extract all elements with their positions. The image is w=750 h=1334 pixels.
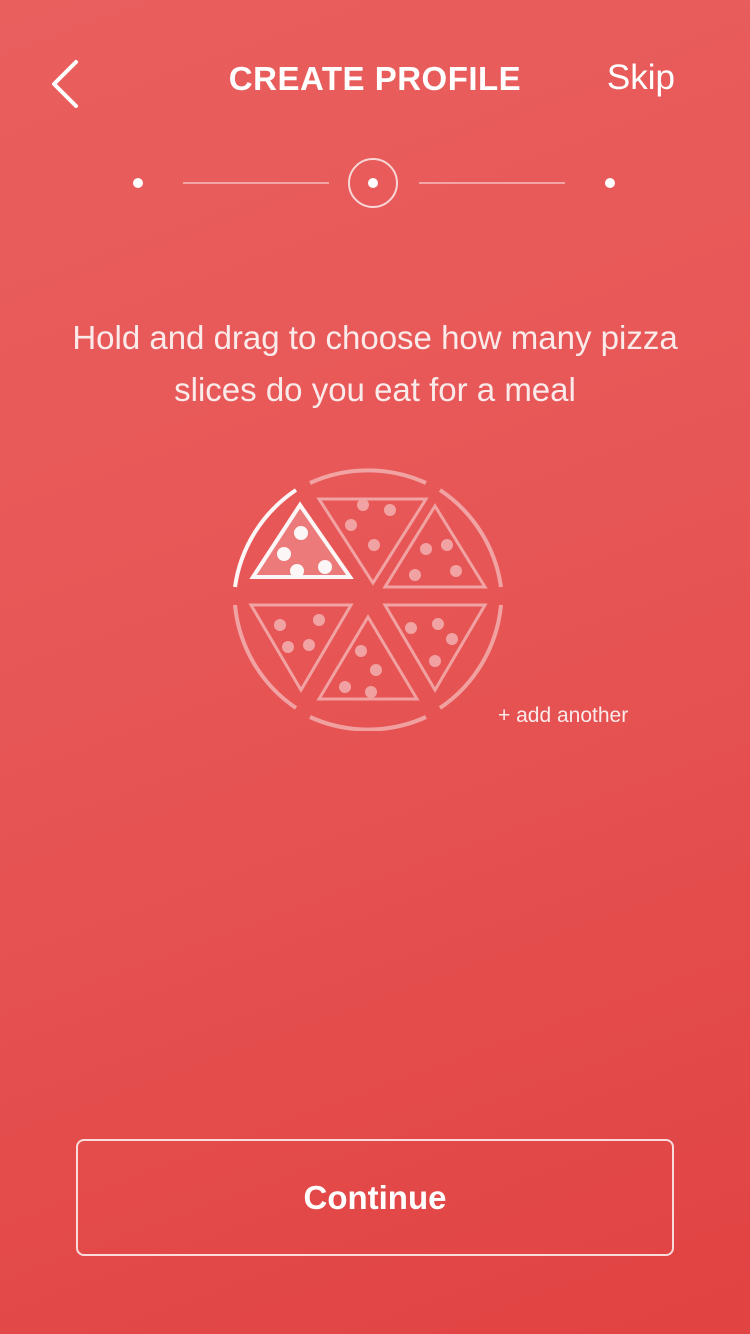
pizza-slice-6 — [233, 603, 354, 710]
add-another-button[interactable]: + add another — [498, 704, 628, 728]
pizza-slice-5 — [309, 614, 427, 732]
top-bar: CREATE PROFILE Skip — [0, 0, 750, 165]
pizza-slice-selector[interactable] — [230, 465, 506, 732]
progress-stepper — [0, 150, 750, 216]
step-1-dot — [133, 178, 143, 188]
skip-button[interactable]: Skip — [607, 58, 675, 98]
step-3-dot — [605, 178, 615, 188]
pizza-slice-4 — [382, 603, 503, 710]
instruction-text: Hold and drag to choose how many pizza s… — [72, 319, 678, 408]
step-2-dot — [368, 178, 378, 188]
pizza-icon — [233, 468, 503, 732]
step-connector-1 — [183, 182, 329, 184]
step-connector-2 — [419, 182, 565, 184]
continue-button[interactable]: Continue — [76, 1139, 674, 1256]
pizza-slice-1-selected — [233, 488, 354, 588]
